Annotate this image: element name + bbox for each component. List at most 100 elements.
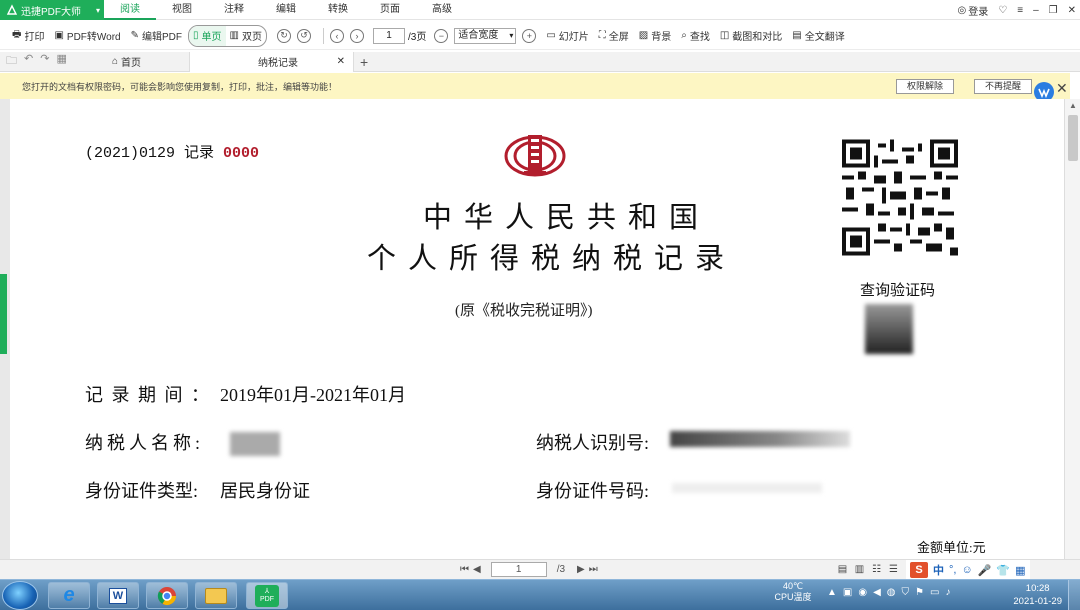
- save-icon[interactable]: ▦: [56, 52, 66, 71]
- zoom-select[interactable]: 适合宽度: [454, 27, 517, 44]
- pdf-page: (2021)0129 记录 0000 中华人民共和国 个人所得税纳税记录 (原《…: [10, 99, 1063, 559]
- scroll-up-icon[interactable]: ▲: [1069, 101, 1077, 110]
- pdf-app-icon: ⅄ PDF: [255, 584, 279, 607]
- slideshow-button[interactable]: ▭ 幻灯片: [542, 26, 592, 46]
- show-hidden-icons-icon[interactable]: ▲: [827, 587, 837, 598]
- antivirus-icon[interactable]: ◉: [858, 587, 867, 598]
- cpu-temp: 40℃ CPU温度: [774, 581, 812, 602]
- taskbar-explorer[interactable]: [195, 582, 237, 609]
- prev-page-icon[interactable]: ◀: [473, 564, 481, 575]
- clock[interactable]: 10:28 2021-01-29: [1013, 582, 1062, 608]
- menu-tab-view[interactable]: 视图: [156, 0, 208, 20]
- ime-lang[interactable]: 中: [933, 562, 944, 578]
- menu-tab-convert[interactable]: 转换: [312, 0, 364, 20]
- menu-tab-edit[interactable]: 编辑: [260, 0, 312, 20]
- shield-icon[interactable]: ⛉: [902, 587, 910, 598]
- next-page-icon[interactable]: ›: [349, 28, 364, 43]
- view-mode-icons: ▤ ▥ ☷ ☰: [836, 563, 900, 576]
- menu-tab-advanced[interactable]: 高级: [416, 0, 468, 20]
- punctuation-icon[interactable]: °,: [949, 564, 956, 576]
- taskbar-chrome[interactable]: [146, 582, 188, 609]
- dont-remind-button[interactable]: 不再提醒: [974, 79, 1032, 94]
- minimize-icon[interactable]: –: [1033, 5, 1039, 16]
- close-notice-icon[interactable]: ✕: [1056, 80, 1068, 97]
- login-button[interactable]: ◎ 登录: [958, 3, 989, 18]
- pdf-to-word-button[interactable]: ▣ PDF转Word: [50, 26, 124, 46]
- side-panel-toggle[interactable]: [0, 274, 7, 354]
- status-page-total: /3: [556, 564, 566, 575]
- taskbar-ie[interactable]: e: [48, 582, 90, 609]
- compare-icon: ◫: [719, 30, 730, 41]
- double-page-icon: ▥: [229, 30, 239, 41]
- close-icon[interactable]: ✕: [1068, 5, 1076, 16]
- undo-icon[interactable]: ↶: [24, 52, 33, 71]
- qr-label: 查询验证码: [860, 283, 936, 299]
- single-page-button[interactable]: ▯ 单页: [189, 25, 226, 46]
- screenshot-compare-button[interactable]: ◫ 截图和对比: [716, 26, 786, 46]
- notice-text: 您打开的文档有权限密码，可能会影响您使用复制，打印，批注，编辑等功能！: [22, 81, 338, 92]
- tray-app-icon[interactable]: ▣: [843, 587, 852, 598]
- scroll-thumb[interactable]: [1068, 115, 1078, 161]
- menu-tab-page[interactable]: 页面: [364, 0, 416, 20]
- speaker-icon[interactable]: ♪: [945, 587, 950, 598]
- translate-button[interactable]: ▤ 全文翻译: [788, 26, 848, 46]
- open-folder-icon[interactable]: 🗀: [6, 52, 17, 71]
- emoji-icon[interactable]: ☺: [961, 564, 972, 576]
- network-icon[interactable]: ▭: [930, 587, 939, 598]
- rotate-cw-icon[interactable]: ↻: [276, 28, 291, 43]
- tab-document[interactable]: 纳税记录 ✕: [189, 51, 354, 72]
- last-page-icon[interactable]: ⏭: [589, 564, 598, 575]
- fullscreen-button[interactable]: ⛶ 全屏: [595, 26, 633, 46]
- taxpayer-name-label: 纳税人名称:: [85, 433, 205, 453]
- unlock-permission-button[interactable]: 权限解除: [896, 79, 954, 94]
- translate-icon: ▤: [792, 30, 802, 41]
- double-view-icon[interactable]: ▥: [853, 563, 866, 576]
- vertical-scrollbar[interactable]: ▲: [1064, 99, 1080, 559]
- zoom-out-icon[interactable]: −: [434, 28, 449, 43]
- next-page-icon[interactable]: ▶: [577, 564, 585, 575]
- continuous-view-icon[interactable]: ☷: [870, 563, 883, 576]
- start-button[interactable]: [2, 581, 38, 610]
- double-page-button[interactable]: ▥ 双页: [226, 26, 266, 46]
- restore-icon[interactable]: ❐: [1049, 5, 1058, 16]
- background-button[interactable]: ▨ 背景: [635, 26, 675, 46]
- id-number-redacted: [672, 483, 822, 493]
- ime-toolbar: S 中 °, ☺ 🎤 👕 ▦: [906, 560, 1030, 580]
- quick-access: 🗀 ↶ ↷ ▦: [0, 52, 104, 71]
- skin-icon[interactable]: ♡: [998, 5, 1007, 16]
- zoom-in-icon[interactable]: +: [522, 28, 537, 43]
- redo-icon[interactable]: ↷: [40, 52, 49, 71]
- page-number-input[interactable]: 1: [372, 27, 405, 44]
- rotate-ccw-icon[interactable]: ↺: [296, 28, 311, 43]
- skin-shirt-icon[interactable]: 👕: [996, 564, 1010, 577]
- app-menu-button[interactable]: 迅捷PDF大师 ▾: [0, 0, 104, 20]
- menu-tab-annotate[interactable]: 注释: [208, 0, 260, 20]
- volume-icon[interactable]: ◀: [873, 587, 881, 598]
- record-number-red: 0000: [223, 145, 260, 162]
- browser-tray-icon[interactable]: ◍: [887, 587, 896, 598]
- status-page-input[interactable]: 1: [490, 562, 547, 577]
- taskbar-word[interactable]: W: [97, 582, 139, 609]
- microphone-icon[interactable]: 🎤: [978, 564, 992, 577]
- fit-view-icon[interactable]: ☰: [887, 563, 900, 576]
- system-tray: 40℃ CPU温度 ▲ ▣ ◉ ◀ ◍ ⛉ ⚑ ▭ ♪: [765, 581, 950, 603]
- menu-icon[interactable]: ≡: [1017, 5, 1023, 16]
- edit-pdf-button[interactable]: ✎ 编辑PDF: [127, 26, 186, 46]
- ime-grid-icon[interactable]: ▦: [1015, 564, 1025, 577]
- single-view-icon[interactable]: ▤: [836, 563, 849, 576]
- find-button[interactable]: ⌕ 查找: [677, 26, 714, 46]
- show-desktop-button[interactable]: [1068, 580, 1080, 610]
- separator: [322, 27, 324, 44]
- tab-home[interactable]: ⌂ 首页: [104, 52, 189, 72]
- id-number-label: 身份证件号码:: [536, 481, 650, 501]
- flag-icon[interactable]: ⚑: [915, 587, 924, 598]
- menu-tab-read[interactable]: 阅读: [104, 0, 156, 20]
- new-tab-icon[interactable]: +: [360, 54, 368, 70]
- sogou-icon[interactable]: S: [910, 562, 928, 578]
- taskbar-pdf[interactable]: ⅄ PDF: [246, 582, 288, 609]
- close-tab-icon[interactable]: ✕: [337, 56, 345, 67]
- print-button[interactable]: 🖶 打印: [8, 26, 48, 46]
- chevron-down-icon: ▾: [95, 5, 100, 15]
- prev-page-icon[interactable]: ‹: [329, 28, 344, 43]
- first-page-icon[interactable]: ⏮: [460, 564, 469, 575]
